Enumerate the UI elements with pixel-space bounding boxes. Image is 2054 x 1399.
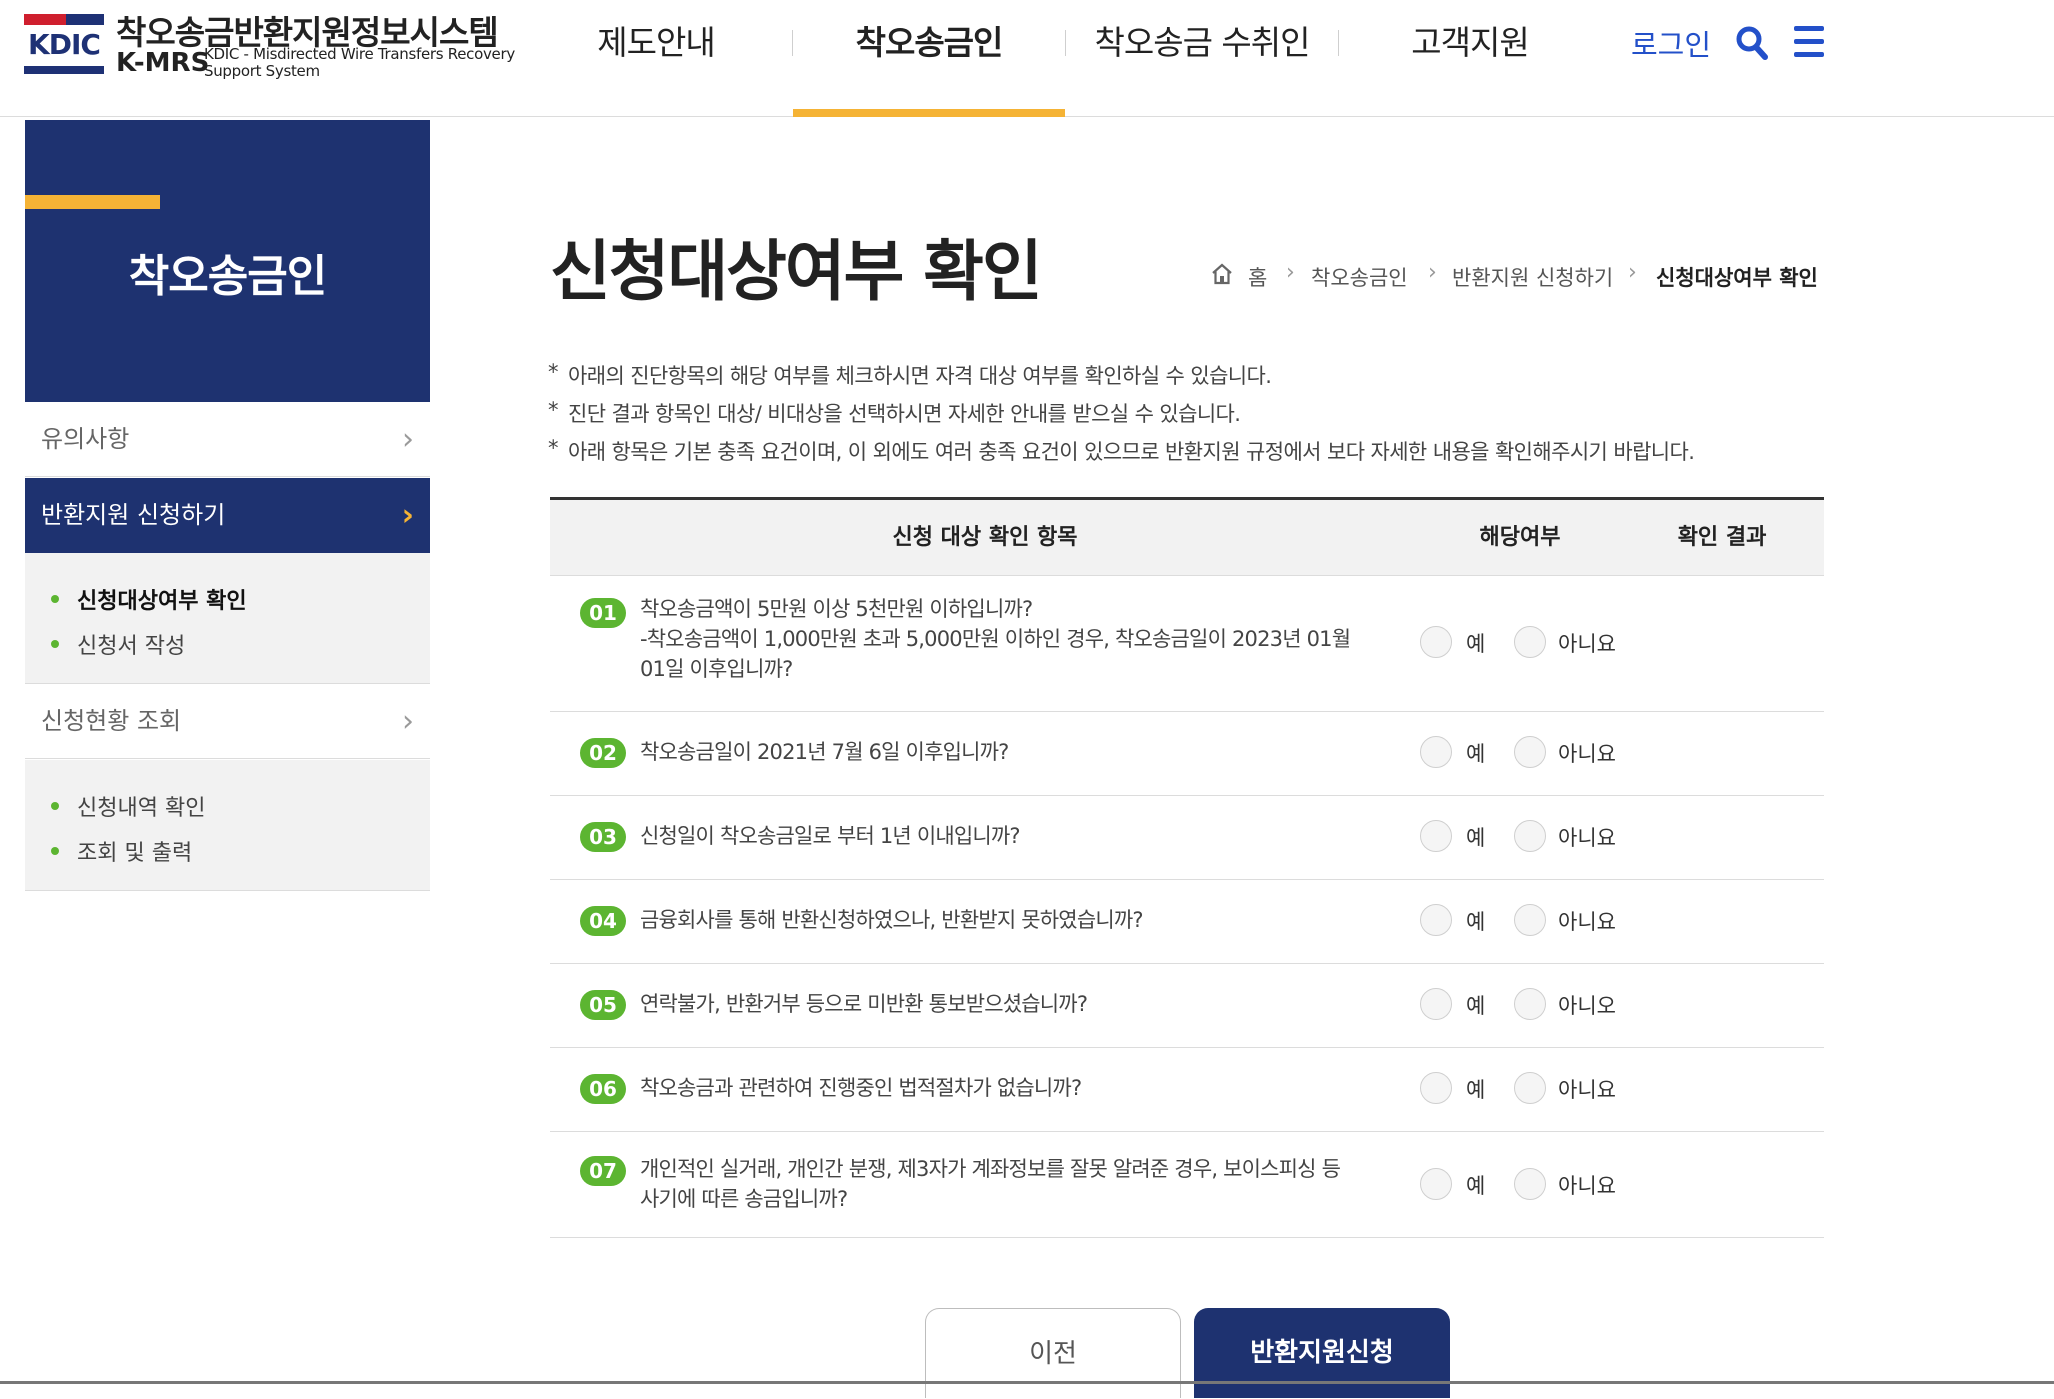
radio-no-label[interactable]: 아니요 bbox=[1558, 628, 1616, 658]
radio-yes[interactable] bbox=[1420, 626, 1452, 658]
radio-yes-label[interactable]: 예 bbox=[1466, 906, 1485, 936]
hamburger-menu-icon[interactable] bbox=[1794, 26, 1824, 58]
breadcrumb-arrow-icon: › bbox=[1286, 260, 1295, 285]
logo-english-name: KDIC - Misdirected Wire Transfers Recove… bbox=[204, 45, 515, 80]
radio-yes-label[interactable]: 예 bbox=[1466, 1074, 1485, 1104]
radio-yes[interactable] bbox=[1420, 1168, 1452, 1200]
radio-no-label[interactable]: 아니요 bbox=[1558, 906, 1616, 936]
radio-no-label[interactable]: 아니요 bbox=[1558, 822, 1616, 852]
table-row: 03 신청일이 착오송금일로 부터 1년 이내입니까? 예 아니요 bbox=[550, 796, 1824, 880]
radio-yes-label[interactable]: 예 bbox=[1466, 990, 1485, 1020]
nav-recipient[interactable]: 착오송금 수취인 bbox=[1066, 0, 1338, 117]
column-header-applicable: 해당여부 bbox=[1479, 525, 1561, 550]
question-text: 착오송금액이 5만원 이상 5천만원 이하입니까? -착오송금액이 1,000만… bbox=[640, 594, 1360, 684]
sidebar-accent-bar bbox=[25, 195, 160, 209]
radio-yes-label[interactable]: 예 bbox=[1466, 738, 1485, 768]
radio-no[interactable] bbox=[1514, 736, 1546, 768]
page-title: 신청대상여부 확인 bbox=[550, 233, 1043, 310]
table-row: 06 착오송금과 관련하여 진행중인 법적절차가 없습니까? 예 아니요 bbox=[550, 1048, 1824, 1132]
breadcrumb-apply[interactable]: 반환지원 신청하기 bbox=[1452, 262, 1613, 292]
breadcrumb-home[interactable]: 홈 bbox=[1248, 262, 1267, 292]
question-text: 금융회사를 통해 반환신청하였으나, 반환받지 못하였습니까? bbox=[640, 908, 1144, 932]
table-row: 01 착오송금액이 5만원 이상 5천만원 이하입니까? -착오송금액이 1,0… bbox=[550, 576, 1824, 712]
column-header-result: 확인 결과 bbox=[1677, 525, 1767, 550]
sidebar-submenu-apply: 신청대상여부 확인 신청서 작성 bbox=[25, 553, 430, 684]
breadcrumb-sender[interactable]: 착오송금인 bbox=[1311, 262, 1408, 292]
column-header-item: 신청 대상 확인 항목 bbox=[892, 525, 1078, 550]
radio-yes[interactable] bbox=[1420, 820, 1452, 852]
radio-yes[interactable] bbox=[1420, 904, 1452, 936]
sidebar-header: 착오송금인 bbox=[25, 120, 430, 402]
radio-yes-label[interactable]: 예 bbox=[1466, 1170, 1485, 1200]
nav-sender[interactable]: 착오송금인 bbox=[793, 0, 1065, 117]
sidebar-item-label: 유의사항 bbox=[41, 425, 130, 453]
sidebar-item-label: 신청현황 조회 bbox=[41, 707, 182, 735]
prev-button[interactable]: 이전 bbox=[925, 1308, 1181, 1398]
breadcrumb-arrow-icon: › bbox=[1628, 260, 1637, 285]
radio-no-label[interactable]: 아니요 bbox=[1558, 1170, 1616, 1200]
nav-customer-support[interactable]: 고객지원 bbox=[1338, 0, 1602, 117]
sidebar-item-label: 반환지원 신청하기 bbox=[41, 501, 226, 529]
sidebar-sub-eligibility-check[interactable]: 신청대상여부 확인 bbox=[51, 583, 247, 615]
radio-no[interactable] bbox=[1514, 988, 1546, 1020]
question-text: 개인적인 실거래, 개인간 분쟁, 제3자가 계좌정보를 잘못 알려준 경우, … bbox=[640, 1157, 1341, 1211]
question-text: 신청일이 착오송금일로 부터 1년 이내입니까? bbox=[640, 824, 1021, 848]
table-row: 04 금융회사를 통해 반환신청하였으나, 반환받지 못하였습니까? 예 아니요 bbox=[550, 880, 1824, 964]
sidebar-submenu-status: 신청내역 확인 조회 및 출력 bbox=[25, 760, 430, 891]
search-icon[interactable] bbox=[1736, 26, 1768, 60]
radio-yes-label[interactable]: 예 bbox=[1466, 628, 1485, 658]
sidebar-item-apply[interactable]: 반환지원 신청하기 › bbox=[25, 478, 430, 553]
radio-no[interactable] bbox=[1514, 1168, 1546, 1200]
table-row: 02 착오송금일이 2021년 7월 6일 이후입니까? 예 아니요 bbox=[550, 712, 1824, 796]
logo-kmrs: K-MRS bbox=[116, 48, 210, 78]
breadcrumb-current: 신청대상여부 확인 bbox=[1656, 266, 1818, 290]
kdic-logo-badge: KDIC bbox=[24, 14, 104, 76]
question-text: 착오송금일이 2021년 7월 6일 이후입니까? bbox=[640, 740, 1009, 764]
main-nav: 제도안내 착오송금인 착오송금 수취인 bbox=[520, 0, 1339, 117]
radio-no[interactable] bbox=[1514, 626, 1546, 658]
breadcrumb-arrow-icon: › bbox=[1428, 260, 1437, 285]
home-icon[interactable] bbox=[1210, 262, 1234, 286]
radio-no[interactable] bbox=[1514, 904, 1546, 936]
apply-support-button[interactable]: 반환지원신청 bbox=[1194, 1308, 1450, 1398]
question-number-badge: 06 bbox=[580, 1074, 626, 1104]
question-number-badge: 03 bbox=[580, 822, 626, 852]
radio-no-label[interactable]: 아니요 bbox=[1558, 738, 1616, 768]
site-header: KDIC 착오송금반환지원정보시스템 K-MRS KDIC - Misdirec… bbox=[0, 0, 2054, 117]
question-subtext: -착오송금액이 1,000만원 초과 5,000만원 이하인 경우, 착오송금일… bbox=[640, 627, 1351, 681]
sidebar-sub-print[interactable]: 조회 및 출력 bbox=[50, 835, 192, 867]
logo-badge-text: KDIC bbox=[28, 28, 101, 61]
radio-no-label[interactable]: 아니요 bbox=[1558, 1074, 1616, 1104]
table-row: 07 개인적인 실거래, 개인간 분쟁, 제3자가 계좌정보를 잘못 알려준 경… bbox=[550, 1132, 1824, 1238]
login-link[interactable]: 로그인 bbox=[1631, 22, 1711, 64]
table-header: 신청 대상 확인 항목 해당여부 확인 결과 bbox=[550, 500, 1824, 576]
question-text: 착오송금과 관련하여 진행중인 법적절차가 없습니까? bbox=[640, 1076, 1082, 1100]
radio-no-label[interactable]: 아니오 bbox=[1558, 990, 1616, 1020]
sidebar-item-notice[interactable]: 유의사항 › bbox=[25, 402, 430, 477]
chevron-right-icon: › bbox=[402, 704, 414, 739]
breadcrumb: 홈 › 착오송금인 › 반환지원 신청하기 › 신청대상여부 확인 bbox=[1210, 260, 1822, 292]
question-number-badge: 07 bbox=[580, 1156, 626, 1186]
question-number-badge: 04 bbox=[580, 906, 626, 936]
sidebar-title: 착오송금인 bbox=[128, 251, 327, 302]
radio-yes[interactable] bbox=[1420, 1072, 1452, 1104]
chevron-right-icon: › bbox=[402, 422, 414, 457]
question-text: 연락불가, 반환거부 등으로 미반환 통보받으셨습니까? bbox=[640, 992, 1088, 1016]
radio-no[interactable] bbox=[1514, 1072, 1546, 1104]
question-number-badge: 05 bbox=[580, 990, 626, 1020]
radio-yes[interactable] bbox=[1420, 736, 1452, 768]
sidebar-sub-application-form[interactable]: 신청서 작성 bbox=[50, 628, 185, 660]
table-row: 05 연락불가, 반환거부 등으로 미반환 통보받으셨습니까? 예 아니오 bbox=[550, 964, 1824, 1048]
question-number-badge: 01 bbox=[580, 598, 626, 628]
sidebar-item-status[interactable]: 신청현황 조회 › bbox=[25, 684, 430, 759]
radio-no[interactable] bbox=[1514, 820, 1546, 852]
radio-yes[interactable] bbox=[1420, 988, 1452, 1020]
radio-yes-label[interactable]: 예 bbox=[1466, 822, 1485, 852]
chevron-right-icon: › bbox=[401, 498, 414, 533]
site-logo[interactable]: KDIC 착오송금반환지원정보시스템 K-MRS KDIC - Misdirec… bbox=[24, 6, 524, 82]
question-number-badge: 02 bbox=[580, 738, 626, 768]
sidebar-sub-history[interactable]: 신청내역 확인 bbox=[50, 790, 205, 822]
eligibility-check-table: 신청 대상 확인 항목 해당여부 확인 결과 01 착오송금액이 5만원 이상 … bbox=[550, 497, 1824, 1238]
nav-system-guide[interactable]: 제도안내 bbox=[520, 0, 792, 117]
